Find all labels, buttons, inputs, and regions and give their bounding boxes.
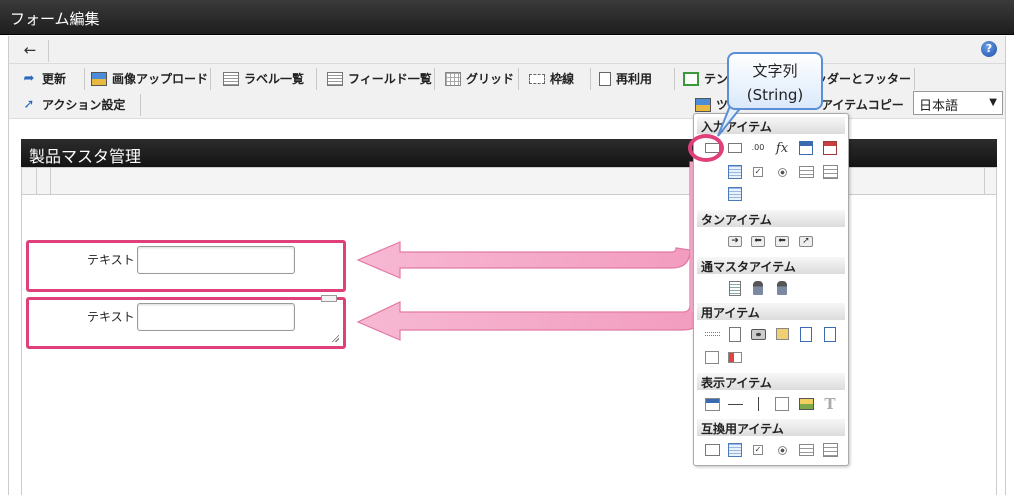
image-icon [91, 71, 107, 86]
grid-icon [445, 71, 461, 86]
text-input[interactable] [137, 246, 295, 274]
label-list-button[interactable]: ラベル一覧 [217, 66, 317, 91]
date-icon[interactable] [799, 141, 813, 155]
grid-button[interactable]: グリッド [439, 66, 519, 91]
arrow-to-field-1 [356, 241, 691, 279]
image-upload-label: 画像アップロード [112, 72, 209, 86]
text-input[interactable] [137, 303, 295, 331]
compat-pulldown-icon[interactable] [798, 444, 814, 456]
section-master-items: 通マスタアイテム [697, 257, 845, 274]
card-icon[interactable] [728, 351, 742, 363]
page-icon [599, 71, 611, 86]
action-settings-button[interactable]: ➚ アクション設定 [15, 92, 141, 117]
text-field-item-1[interactable]: テキスト [26, 240, 346, 292]
section-display-items: 表示アイテム [697, 373, 845, 390]
reuse-label: 再利用 [616, 72, 653, 86]
action-icon: ➚ [23, 96, 35, 112]
folder-icon[interactable] [775, 328, 789, 340]
toolbox-icon [695, 97, 711, 112]
camera-icon[interactable] [750, 328, 766, 340]
horizontal-line-icon[interactable] [727, 403, 743, 405]
callout-line1: 文字列 [752, 62, 798, 80]
label-list-label: ラベル一覧 [244, 72, 305, 86]
action-settings-label: アクション設定 [42, 98, 126, 112]
master-doc-icon[interactable] [729, 280, 741, 296]
nav-bar: ← ? [8, 36, 1006, 64]
header-footer-label: ッダーとフッター [815, 72, 912, 86]
language-value: 日本語 [919, 99, 959, 114]
rectangle-icon[interactable] [775, 397, 789, 411]
vertical-line-icon[interactable] [757, 397, 759, 411]
header-footer-button[interactable]: ッダーとフッター [809, 66, 915, 91]
frame-icon[interactable] [705, 350, 719, 364]
listbox-icon[interactable] [822, 165, 838, 179]
datetime-icon[interactable] [823, 141, 837, 155]
user-icon[interactable] [753, 281, 763, 295]
toolbar: ➦ 更新 画像アップロード ラベル一覧 フィールド一覧 グリッド 枠線 再利用 … [8, 64, 1006, 118]
image-item-icon[interactable] [798, 398, 814, 410]
section-button-items: タンアイテム [697, 210, 845, 227]
resize-grip-icon[interactable] [331, 334, 339, 342]
help-icon[interactable]: ? [981, 41, 997, 57]
compat-radio-icon[interactable] [777, 445, 787, 455]
arrow-to-field-2 [356, 161, 704, 341]
list-icon [327, 71, 343, 86]
border-label: 枠線 [550, 72, 575, 86]
field-label: テキスト [87, 310, 135, 324]
update-icon: ➦ [23, 70, 35, 86]
pulldown-icon[interactable] [798, 166, 814, 178]
button-action-icon[interactable]: ➚ [799, 235, 813, 247]
section-general-items: 用アイテム [697, 303, 845, 320]
table-icon[interactable] [728, 187, 742, 201]
file-download-icon[interactable] [824, 326, 836, 342]
number-icon[interactable]: .00 [752, 144, 765, 152]
compat-table-icon[interactable] [728, 443, 742, 457]
drag-arrow-overlay [356, 161, 704, 341]
button-back-icon[interactable]: ⬅ [751, 235, 765, 247]
back-arrow-icon[interactable]: ← [17, 40, 49, 62]
grid-label: グリッド [466, 72, 515, 86]
compat-checkbox-icon[interactable]: ✓ [753, 445, 763, 455]
window-title: フォーム編集 [0, 0, 1014, 35]
item-palette: 入力アイテム .00 fx ✓ タンアイテム ➜ ⬅ ⬅ ➚ 通マスタアイテム … [693, 113, 849, 466]
update-button[interactable]: ➦ 更新 [15, 66, 85, 91]
callout-tooltip: 文字列 (String) [727, 52, 823, 110]
template-label: テン [704, 72, 729, 86]
button-return-icon[interactable]: ⬅ [775, 235, 789, 247]
update-label: 更新 [42, 72, 67, 86]
field-list-label: フィールド一覧 [348, 72, 432, 86]
radio-icon[interactable] [777, 167, 787, 177]
border-button[interactable]: 枠線 [523, 66, 591, 91]
chevron-down-icon: ▼ [989, 97, 997, 108]
item-copy-label: アイテムコピー [821, 98, 904, 112]
border-icon [529, 73, 545, 84]
separator-icon[interactable] [704, 332, 720, 336]
list-select-icon[interactable] [728, 165, 742, 179]
field-list-button[interactable]: フィールド一覧 [321, 66, 435, 91]
file-upload-icon[interactable] [800, 326, 812, 342]
language-select[interactable]: 日本語 ▼ [913, 91, 1003, 115]
organization-icon[interactable] [777, 281, 787, 295]
template-icon [683, 71, 699, 86]
formula-icon[interactable]: fx [776, 141, 788, 156]
item-handle-icon[interactable] [321, 295, 337, 302]
textarea-icon[interactable] [728, 143, 742, 153]
compat-text-icon[interactable] [704, 444, 720, 456]
image-upload-button[interactable]: 画像アップロード [85, 66, 211, 91]
section-compat-items: 互換用アイテム [697, 419, 845, 436]
label-icon[interactable] [704, 397, 720, 411]
compat-listbox-icon[interactable] [822, 443, 838, 457]
text-icon[interactable]: T [824, 395, 835, 413]
document-icon[interactable] [729, 326, 741, 342]
reuse-button[interactable]: 再利用 [593, 66, 675, 91]
list-icon [223, 71, 239, 86]
button-next-icon[interactable]: ➜ [728, 235, 742, 247]
checkbox-icon[interactable]: ✓ [753, 167, 763, 177]
field-label: テキスト [87, 253, 135, 267]
callout-line2: (String) [746, 86, 804, 104]
text-field-item-2[interactable]: テキスト [26, 295, 346, 349]
